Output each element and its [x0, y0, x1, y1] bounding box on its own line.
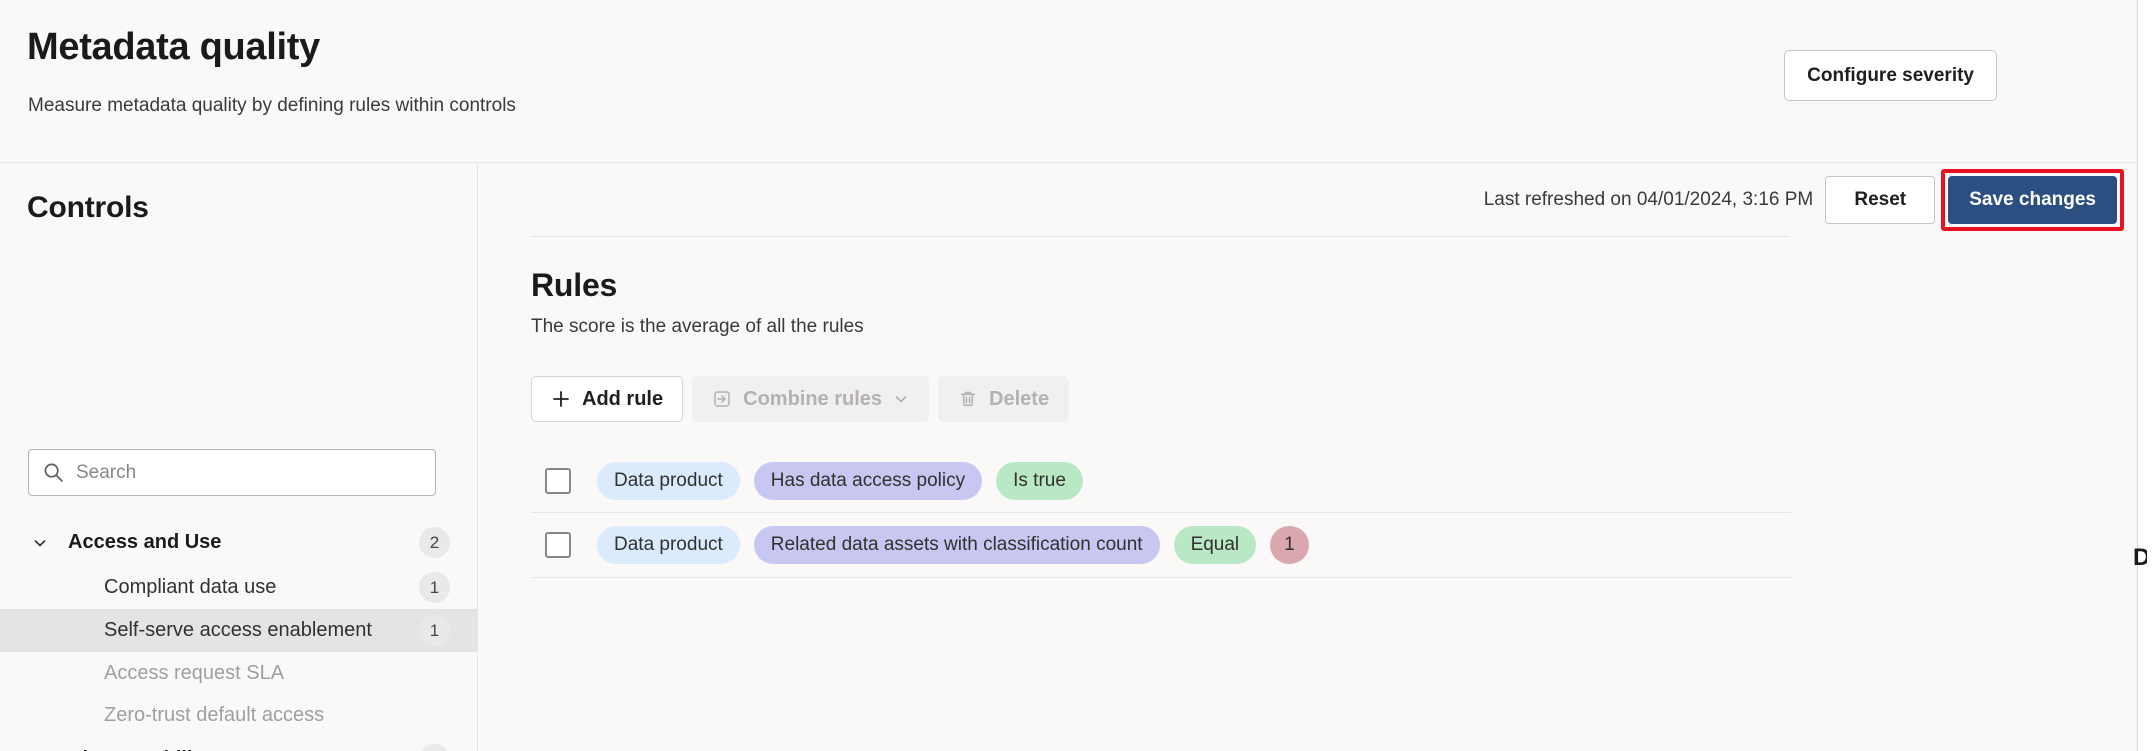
- controls-sidebar: Controls Access and Use 2: [0, 164, 478, 751]
- chevron-down-icon: [893, 391, 909, 407]
- sidebar-item-access-request-sla: Access request SLA: [0, 652, 477, 694]
- delete-button: Delete: [938, 376, 1070, 422]
- sidebar-group-count: 5: [419, 744, 450, 751]
- delete-label: Delete: [989, 387, 1050, 410]
- sidebar-group-access-and-use[interactable]: Access and Use 2: [0, 519, 477, 566]
- toolbar-divider: [530, 236, 1790, 237]
- chevron-down-icon: [32, 535, 54, 551]
- rule-pill-operator[interactable]: Equal: [1173, 526, 1257, 564]
- add-rule-label: Add rule: [582, 387, 664, 410]
- configure-severity-button[interactable]: Configure severity: [1784, 50, 1997, 101]
- sidebar-group-discoverability[interactable]: Discoverability 5: [0, 736, 477, 751]
- sidebar-item-label: Compliant data use: [104, 576, 277, 599]
- sidebar-title: Controls: [27, 191, 149, 224]
- reset-button[interactable]: Reset: [1825, 176, 1936, 224]
- page-subtitle: Measure metadata quality by defining rul…: [28, 95, 516, 116]
- combine-rules-label: Combine rules: [743, 387, 883, 410]
- sidebar-item-count: 1: [419, 615, 450, 646]
- sidebar-item-label: Self-serve access enablement: [104, 619, 372, 642]
- right-rail: [2137, 0, 2155, 751]
- combine-icon: [712, 389, 732, 409]
- sidebar-group-count: 2: [419, 527, 450, 558]
- right-rail-glyph: D: [2133, 546, 2147, 571]
- rule-pill-operator[interactable]: Is true: [996, 461, 1083, 500]
- plus-icon: [551, 389, 571, 409]
- rules-subtitle: The score is the average of all the rule…: [531, 316, 864, 337]
- rules-title: Rules: [531, 267, 618, 303]
- trash-icon: [958, 389, 978, 409]
- sidebar-item-label: Zero-trust default access: [104, 703, 325, 726]
- rules-list: Data product Has data access policy Is t…: [531, 448, 1791, 578]
- search-icon: [43, 462, 64, 483]
- save-changes-button[interactable]: Save changes: [1948, 176, 2117, 224]
- rule-pill-entity[interactable]: Data product: [597, 461, 740, 500]
- add-rule-button[interactable]: Add rule: [531, 376, 684, 422]
- rule-pill-entity[interactable]: Data product: [597, 526, 740, 564]
- sidebar-item-count: 1: [419, 572, 450, 603]
- rule-pill-attribute[interactable]: Related data assets with classification …: [753, 526, 1160, 564]
- controls-tree: Access and Use 2 Compliant data use 1 Se…: [0, 519, 477, 751]
- rules-toolbar: Last refreshed on 04/01/2024, 3:16 PM Re…: [479, 164, 2137, 236]
- page-title: Metadata quality: [27, 26, 320, 68]
- rule-row-checkbox[interactable]: [545, 532, 571, 558]
- table-row[interactable]: Data product Related data assets with cl…: [531, 513, 1791, 578]
- rules-main-panel: Last refreshed on 04/01/2024, 3:16 PM Re…: [479, 164, 2137, 751]
- rule-pill-attribute[interactable]: Has data access policy: [753, 461, 983, 500]
- rules-action-row: Add rule Combine rules Delete: [531, 376, 1070, 422]
- table-row[interactable]: Data product Has data access policy Is t…: [531, 448, 1791, 513]
- sidebar-group-label: Access and Use: [68, 531, 222, 553]
- page-header: Metadata quality Measure metadata qualit…: [0, 0, 2137, 163]
- last-refreshed-text: Last refreshed on 04/01/2024, 3:16 PM: [1483, 189, 1814, 210]
- rule-pill-value[interactable]: 1: [1270, 526, 1309, 564]
- rule-row-checkbox[interactable]: [545, 467, 571, 494]
- sidebar-item-zero-trust-default-access: Zero-trust default access: [0, 694, 477, 736]
- search-input[interactable]: [76, 450, 421, 495]
- search-box[interactable]: [28, 449, 436, 496]
- combine-rules-button: Combine rules: [692, 376, 930, 422]
- sidebar-item-label: Access request SLA: [104, 661, 285, 684]
- sidebar-item-self-serve-access-enablement[interactable]: Self-serve access enablement 1: [0, 609, 477, 652]
- sidebar-item-compliant-data-use[interactable]: Compliant data use 1: [0, 566, 477, 609]
- metadata-quality-page: Metadata quality Measure metadata qualit…: [0, 0, 2155, 751]
- save-changes-highlight: Save changes: [1941, 169, 2124, 231]
